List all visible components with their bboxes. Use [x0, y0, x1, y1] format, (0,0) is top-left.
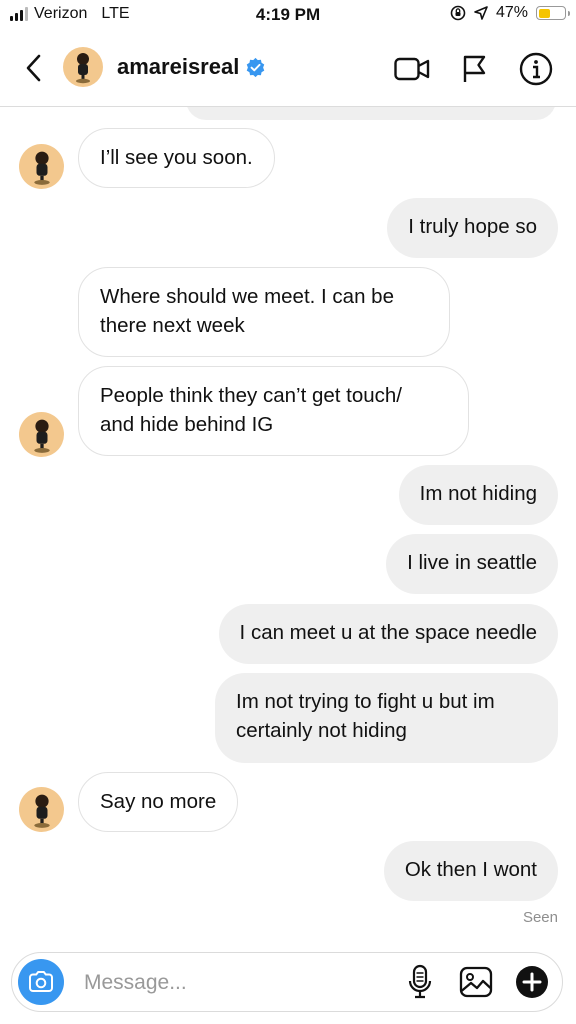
- username-row[interactable]: amareisreal: [117, 54, 266, 80]
- plus-icon: [516, 966, 548, 998]
- avatar-figure-icon: [33, 794, 50, 828]
- message-bubble-outgoing[interactable]: Im not hiding: [398, 465, 558, 525]
- sender-avatar[interactable]: [19, 412, 64, 457]
- battery-fill: [538, 8, 551, 18]
- composer-icons: [402, 963, 550, 1001]
- message-bubble-incoming[interactable]: I’ll see you soon.: [78, 128, 275, 188]
- battery-percent: 47%: [495, 4, 528, 21]
- username[interactable]: amareisreal: [117, 54, 239, 80]
- gallery-button[interactable]: [458, 963, 494, 1001]
- info-button[interactable]: [518, 51, 554, 87]
- header-avatar[interactable]: [63, 47, 103, 87]
- status-bar: Verizon LTE 4:19 PM 47%: [0, 0, 576, 32]
- flag-icon: [463, 55, 486, 82]
- message-input[interactable]: [82, 965, 386, 1001]
- message-composer: [11, 952, 563, 1012]
- seen-indicator: Seen: [522, 909, 558, 926]
- more-options-button[interactable]: [514, 963, 550, 1001]
- battery-icon: [536, 6, 570, 20]
- video-call-icon: [394, 57, 430, 81]
- avatar-figure-icon: [76, 53, 90, 84]
- camera-button[interactable]: [18, 959, 64, 1005]
- location-arrow-icon: [474, 6, 488, 20]
- message-bubble-incoming[interactable]: Where should we meet. I can be there nex…: [78, 267, 450, 357]
- message-bubble-outgoing[interactable]: I can meet u at the space needle: [218, 604, 558, 664]
- back-button[interactable]: [18, 50, 50, 86]
- camera-icon: [29, 971, 53, 992]
- message-bubble-outgoing[interactable]: I truly hope so: [387, 198, 558, 258]
- message-bubble-incoming[interactable]: People think they can’t get touch/ and h…: [78, 366, 469, 456]
- avatar-figure-icon: [33, 419, 50, 453]
- microphone-icon: [408, 964, 432, 999]
- chat-header: amareisreal: [0, 32, 576, 107]
- back-chevron-icon: [26, 54, 41, 82]
- info-icon: [519, 52, 553, 86]
- voice-message-button[interactable]: [402, 963, 438, 1001]
- sender-avatar[interactable]: [19, 144, 64, 189]
- verified-badge-icon: [247, 57, 265, 77]
- message-bubble-outgoing[interactable]: Ok then I wont: [383, 841, 558, 901]
- orientation-lock-icon: [450, 5, 466, 21]
- message-bubble-incoming[interactable]: Say no more: [78, 772, 239, 832]
- header-icons: [394, 51, 554, 87]
- video-call-button[interactable]: [394, 51, 430, 87]
- avatar-figure-icon: [33, 151, 50, 185]
- gallery-icon: [459, 966, 493, 998]
- status-right: 47%: [450, 4, 570, 22]
- message-bubble-outgoing[interactable]: Im not trying to fight u but im certainl…: [215, 673, 558, 763]
- message-bubble-outgoing[interactable]: I live in seattle: [386, 534, 558, 594]
- report-button[interactable]: [456, 51, 492, 87]
- sender-avatar[interactable]: [19, 787, 64, 832]
